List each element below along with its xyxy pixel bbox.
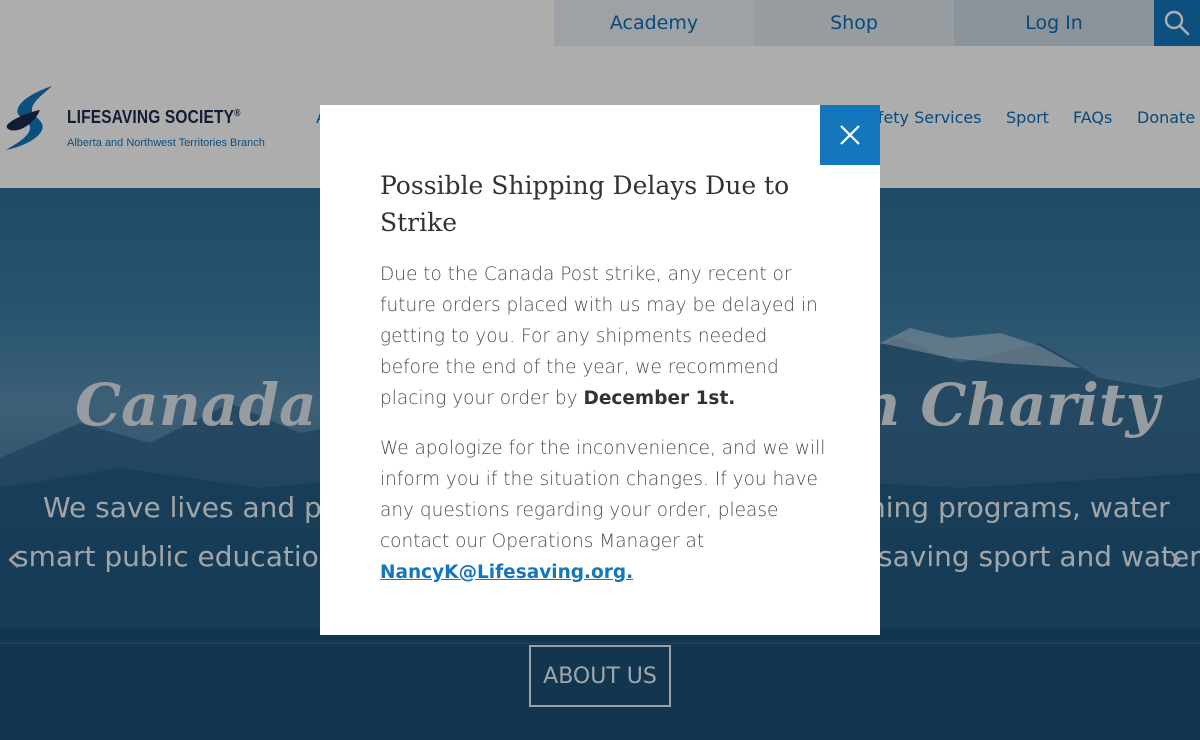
modal-body: Due to the Canada Post strike, any recen…	[380, 259, 830, 607]
close-button[interactable]	[820, 105, 880, 165]
shipping-delay-modal: Possible Shipping Delays Due to Strike D…	[320, 105, 880, 635]
modal-title: Possible Shipping Delays Due to Strike	[380, 171, 790, 237]
close-icon	[840, 125, 860, 145]
modal-paragraph-1: Due to the Canada Post strike, any recen…	[380, 259, 830, 414]
deadline-date: December 1st.	[583, 388, 736, 409]
paragraph-2-text: We apologize for the inconvenience, and …	[380, 438, 826, 552]
modal-paragraph-2: We apologize for the inconvenience, and …	[380, 433, 830, 588]
contact-email-link[interactable]: NancyK@Lifesaving.org.	[380, 562, 633, 583]
